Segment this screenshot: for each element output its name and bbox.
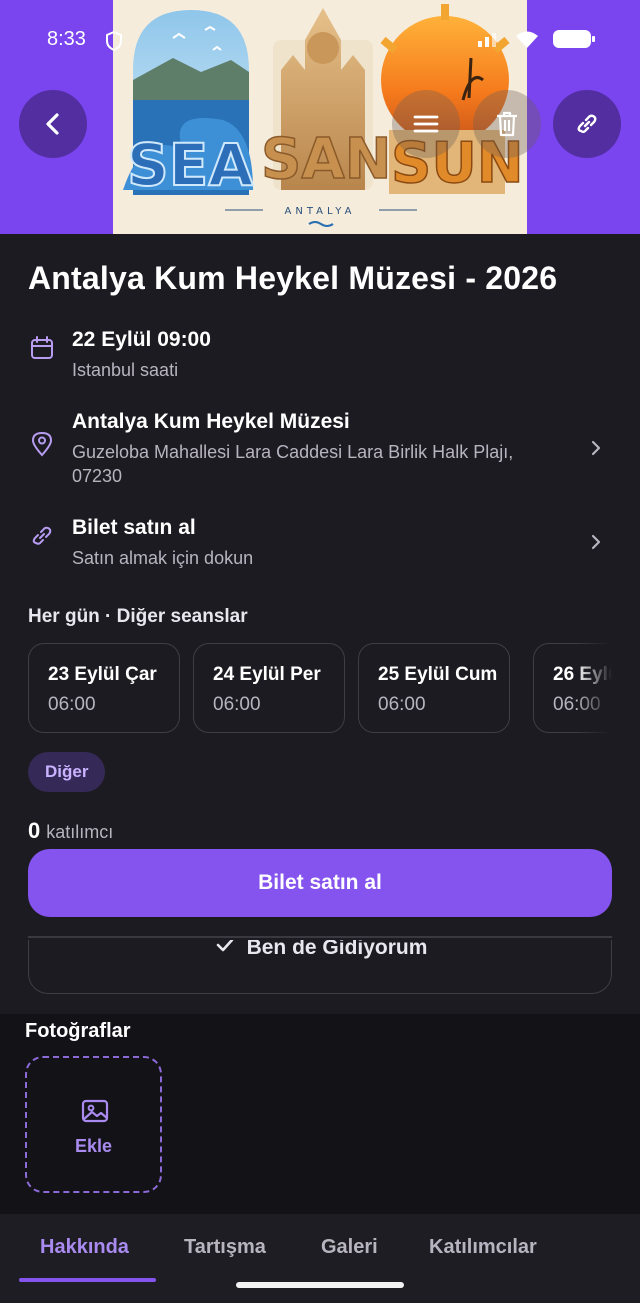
going-label: Ben de Gidiyorum (246, 940, 428, 959)
event-title: Antalya Kum Heykel Müzesi - 2026 (28, 260, 558, 296)
back-arrow-icon (46, 113, 59, 135)
checkmark-icon (215, 940, 235, 961)
sessions-carousel[interactable]: 23 Eylül Çar 06:00 24 Eylül Per 06:00 25… (28, 642, 612, 734)
photos-section: Fotoğraflar Ekle (0, 1014, 640, 1214)
bottom-tab-bar: Hakkında Tartışma Galeri Katılımcılar (0, 1214, 640, 1303)
tab-discussion[interactable]: Tartışma (184, 1236, 266, 1259)
cover-caption: ANTALYA (285, 206, 356, 217)
shield-icon (104, 30, 124, 57)
session-card[interactable]: 24 Eylül Per 06:00 (193, 643, 345, 733)
session-card[interactable]: 25 Eylül Cum 06:00 (358, 643, 510, 733)
going-button[interactable]: Ben de Gidiyorum (28, 940, 612, 994)
status-time: 8:33 (47, 28, 86, 50)
event-timezone: Istanbul saati (72, 360, 179, 380)
wifi-icon (514, 29, 540, 54)
divider (28, 936, 612, 938)
ticket-row[interactable]: Bilet satın al Satın almak için dokun (28, 516, 612, 576)
tab-gallery[interactable]: Galeri (321, 1236, 378, 1259)
date-row: 22 Eylül 09:00 Istanbul saati (28, 328, 612, 388)
share-link-button[interactable] (553, 90, 621, 158)
tab-attendees[interactable]: Katılımcılar (429, 1236, 537, 1259)
active-tab-indicator (19, 1278, 156, 1282)
session-date: 25 Eylül Cum (378, 664, 498, 685)
session-time: 06:00 (48, 694, 96, 715)
delete-button[interactable] (473, 90, 541, 158)
event-details: Antalya Kum Heykel Müzesi - 2026 22 Eylü… (0, 234, 640, 1014)
buy-ticket-button[interactable]: Bilet satın al (28, 849, 612, 917)
session-date: 24 Eylül Per (213, 664, 321, 685)
attendee-count[interactable]: 0 katılımcı (28, 818, 113, 844)
link-icon (577, 114, 597, 133)
menu-icon (413, 115, 439, 133)
location-pin-icon (28, 430, 56, 458)
chevron-right-icon (588, 534, 604, 550)
trash-icon (497, 111, 517, 137)
signal-icon (476, 29, 502, 54)
attendee-number: 0 (28, 818, 41, 843)
venue-row[interactable]: Antalya Kum Heykel Müzesi Guzeloba Mahal… (28, 410, 612, 490)
ticket-title: Bilet satın al (72, 516, 196, 539)
home-indicator[interactable] (236, 1282, 404, 1288)
session-time: 06:00 (213, 694, 261, 715)
venue-name: Antalya Kum Heykel Müzesi (72, 410, 350, 433)
calendar-icon (28, 334, 56, 362)
photos-title: Fotoğraflar (25, 1020, 131, 1042)
session-date: 23 Eylül Çar (48, 664, 157, 685)
event-date: 22 Eylül 09:00 (72, 328, 211, 351)
link-icon (28, 522, 56, 550)
add-photo-button[interactable]: Ekle (25, 1056, 162, 1193)
carousel-fade (576, 642, 612, 734)
session-time: 06:00 (378, 694, 426, 715)
chevron-right-icon (588, 440, 604, 456)
add-photo-label: Ekle (74, 1136, 113, 1156)
battery-icon (552, 28, 596, 55)
back-button[interactable] (19, 90, 87, 158)
status-bar: 8:33 (0, 0, 640, 80)
svg-text:SEA: SEA (127, 131, 253, 199)
category-tag[interactable]: Diğer (28, 752, 106, 792)
venue-address: Guzeloba Mahallesi Lara Caddesi Lara Bir… (72, 442, 514, 486)
image-icon (81, 1098, 109, 1129)
attendee-label: katılımcı (46, 822, 114, 842)
tab-about[interactable]: Hakkında (40, 1236, 129, 1259)
ticket-hint: Satın almak için dokun (72, 548, 254, 568)
session-card[interactable]: 23 Eylül Çar 06:00 (28, 643, 180, 733)
menu-button[interactable] (392, 90, 460, 158)
sessions-label: Her gün · Diğer seanslar (28, 606, 248, 627)
hero-banner: SEA SAND SUN ANTALYA 8:33 (0, 0, 640, 234)
